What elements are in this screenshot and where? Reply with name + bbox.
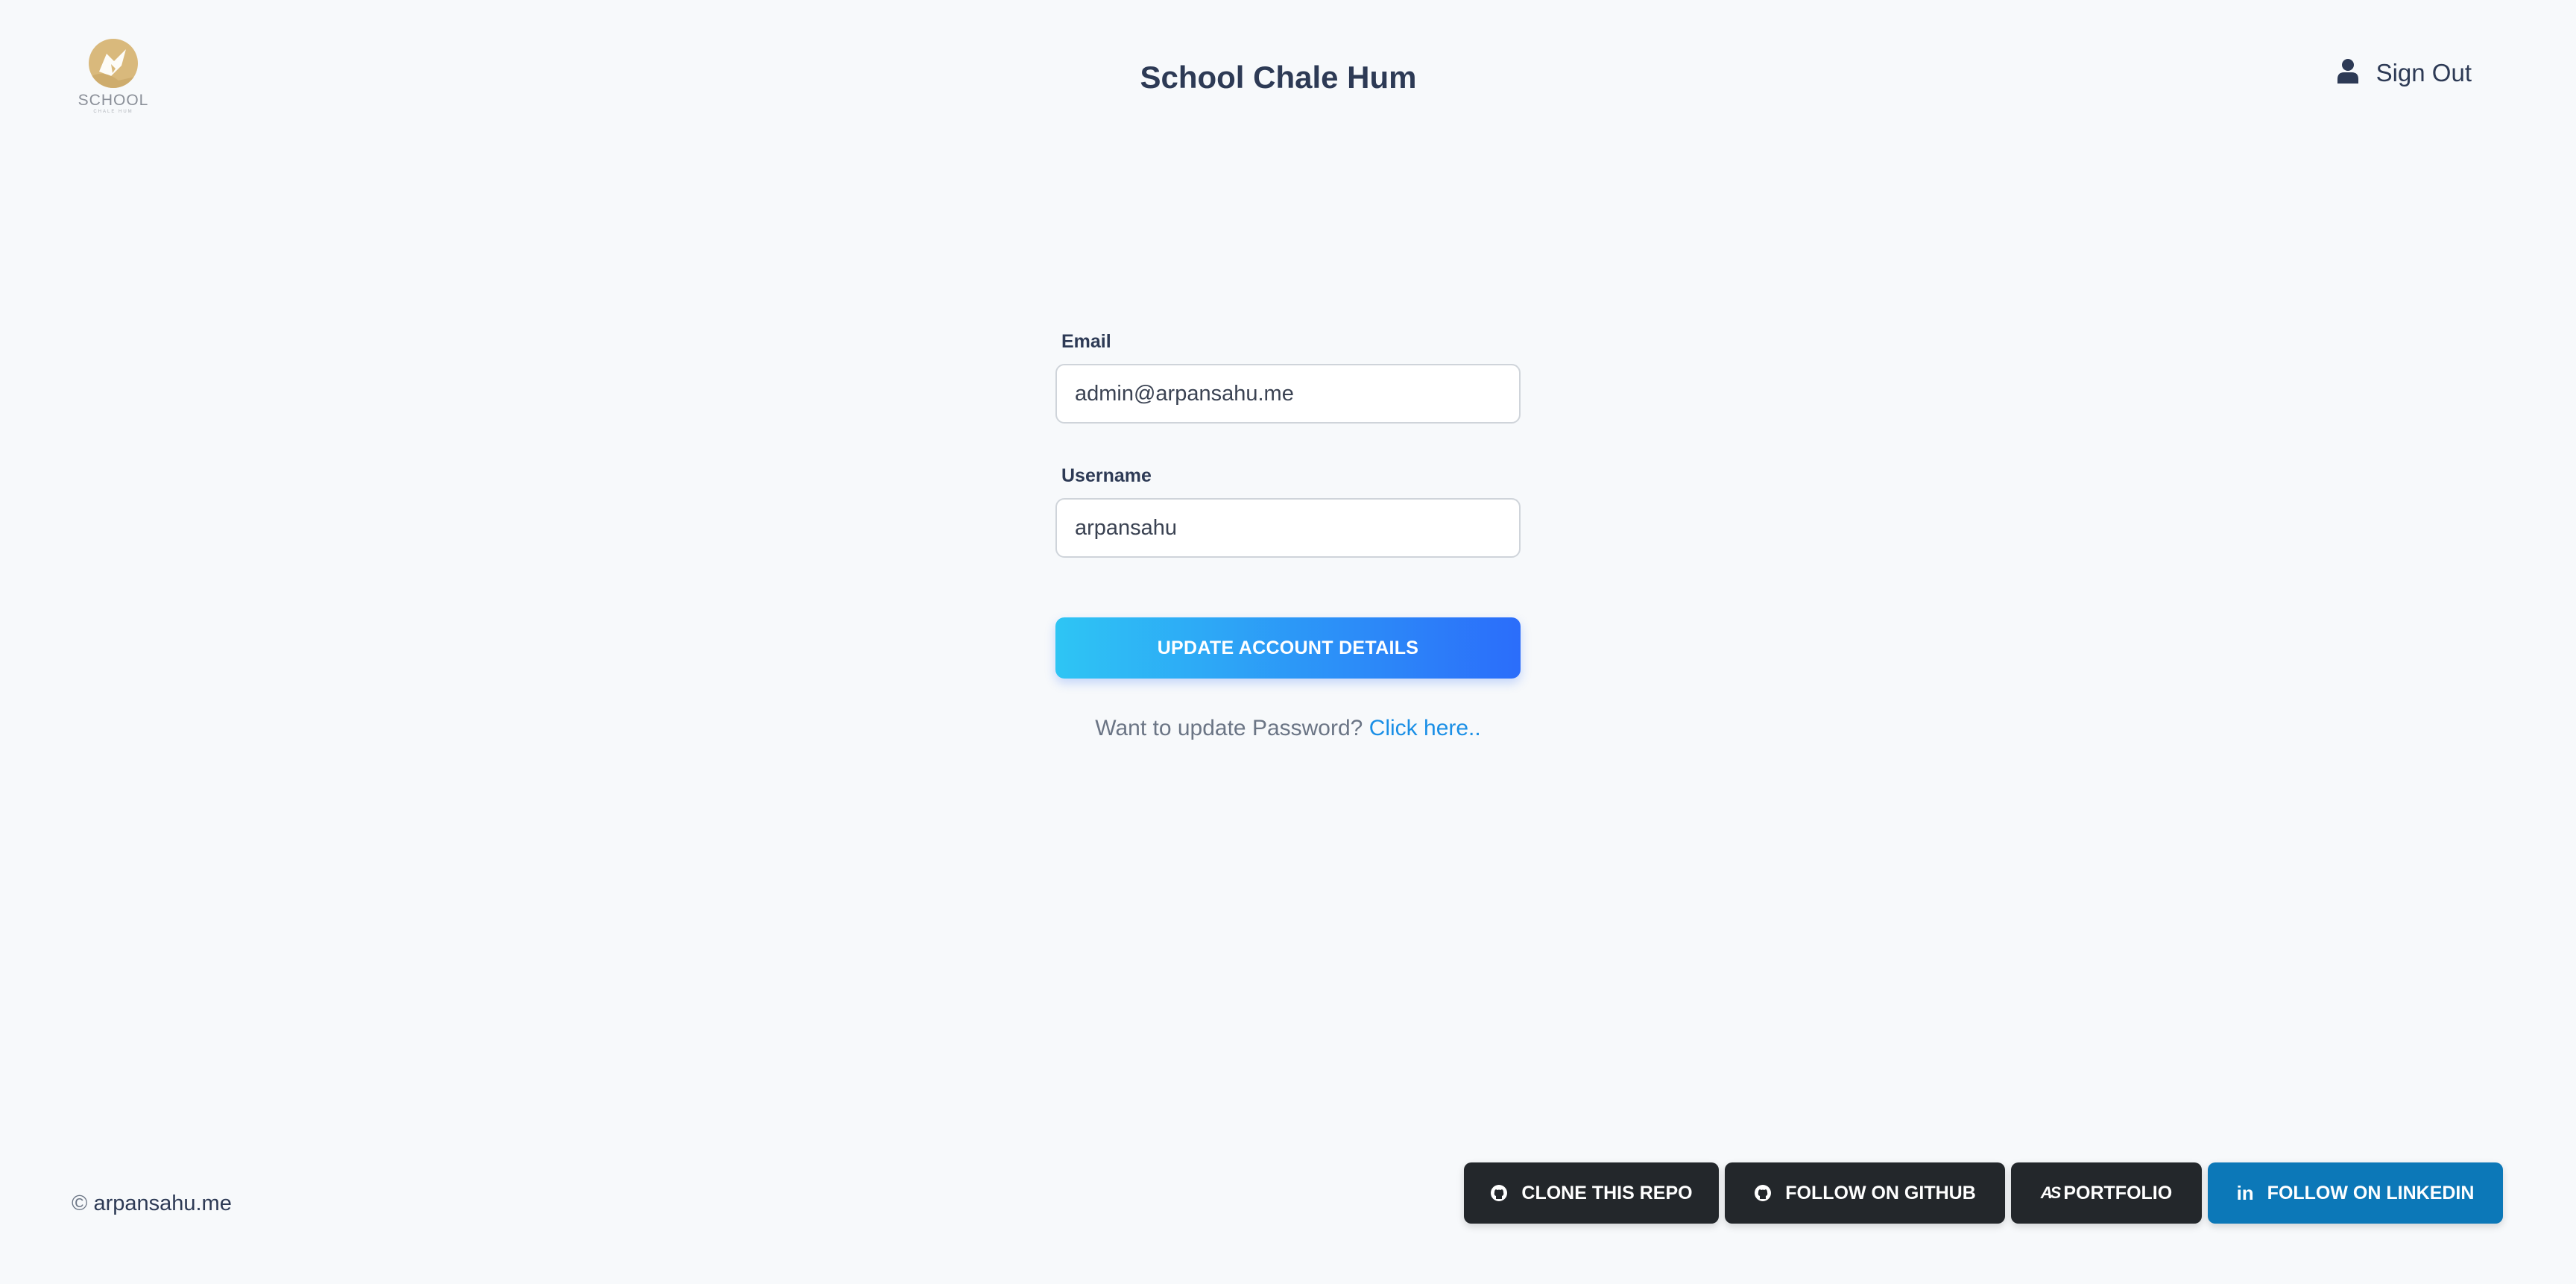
update-password-text: Want to update Password?: [1095, 716, 1363, 740]
username-field[interactable]: [1055, 498, 1521, 558]
header: SCHOOL CHALE HUM School Chale Hum Sign O…: [0, 0, 2576, 149]
github-icon: [1490, 1184, 1508, 1202]
update-account-button[interactable]: UPDATE ACCOUNT DETAILS: [1055, 617, 1521, 679]
page-title: School Chale Hum: [1140, 60, 1417, 95]
email-label: Email: [1061, 331, 1111, 352]
sign-out-button[interactable]: Sign Out: [2337, 58, 2472, 87]
account-details-form: Email Username UPDATE ACCOUNT DETAILS Wa…: [1055, 328, 1521, 741]
sign-out-label: Sign Out: [2375, 58, 2472, 86]
logo-subtext: CHALE HUM: [93, 110, 133, 114]
portfolio-button[interactable]: AS PORTFOLIO: [2011, 1162, 2202, 1224]
email-field[interactable]: [1055, 364, 1521, 424]
linkedin-icon: in: [2236, 1181, 2254, 1204]
copyright-link[interactable]: arpansahu.me: [93, 1192, 231, 1215]
follow-github-label: FOLLOW ON GITHUB: [1785, 1182, 1976, 1203]
portfolio-label: PORTFOLIO: [2063, 1182, 2173, 1203]
copyright-symbol: ©: [72, 1192, 88, 1215]
username-label: Username: [1061, 465, 1152, 486]
github-icon: [1754, 1184, 1772, 1202]
update-password-prompt: Want to update Password? Click here..: [1055, 716, 1521, 741]
user-icon: [2337, 58, 2358, 87]
logo-emblem-icon: [89, 39, 138, 88]
update-password-link[interactable]: Click here..: [1369, 716, 1481, 740]
follow-linkedin-button[interactable]: in FOLLOW ON LINKEDIN: [2208, 1162, 2503, 1224]
follow-linkedin-label: FOLLOW ON LINKEDIN: [2267, 1182, 2475, 1203]
clone-repo-label: CLONE THIS REPO: [1521, 1182, 1693, 1203]
logo-text: SCHOOL: [78, 92, 149, 109]
copyright: © arpansahu.me: [72, 1192, 232, 1216]
portfolio-icon: AS: [2040, 1183, 2062, 1202]
follow-github-button[interactable]: FOLLOW ON GITHUB: [1725, 1162, 2005, 1224]
school-logo[interactable]: SCHOOL CHALE HUM: [75, 39, 152, 115]
clone-repo-button[interactable]: CLONE THIS REPO: [1464, 1162, 1719, 1224]
footer-buttons: CLONE THIS REPO FOLLOW ON GITHUB AS PORT…: [1464, 1162, 2503, 1224]
